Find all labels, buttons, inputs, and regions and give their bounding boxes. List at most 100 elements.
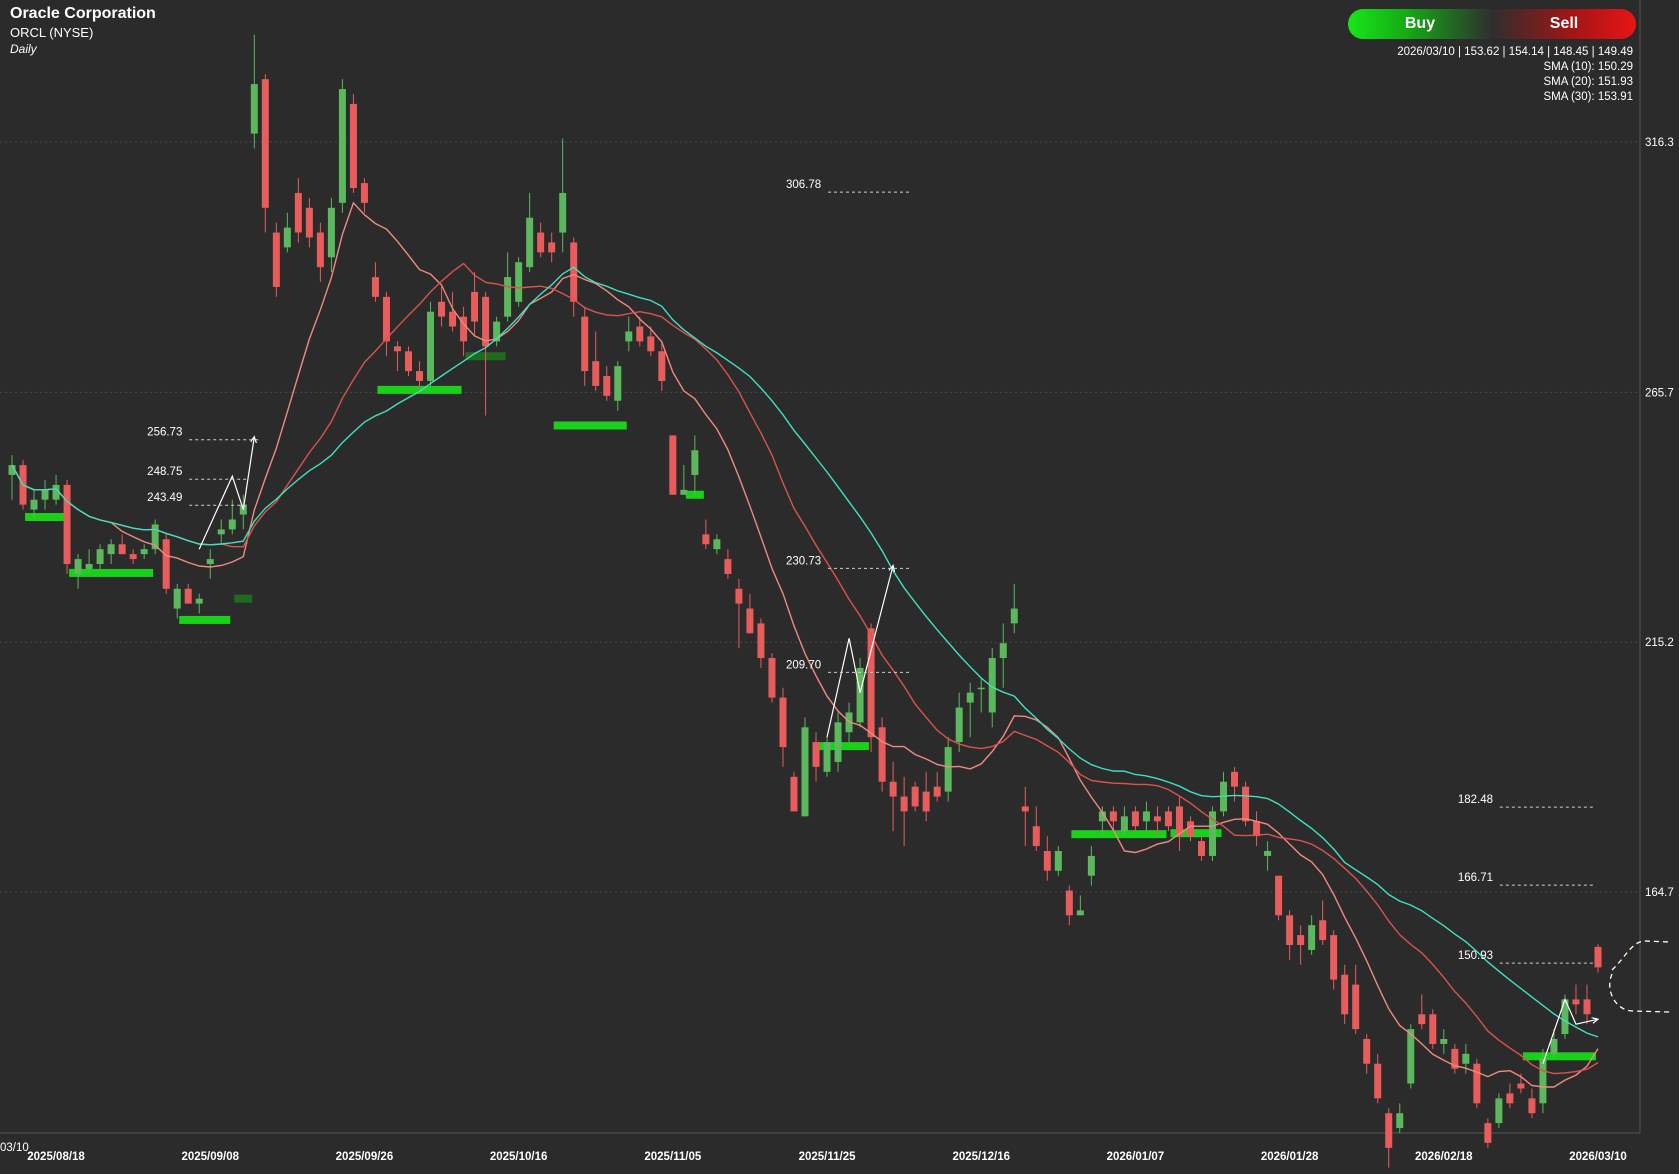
candle[interactable] [680, 465, 688, 495]
candle[interactable] [1484, 1118, 1492, 1148]
candle[interactable] [1164, 806, 1172, 832]
candle[interactable] [371, 262, 379, 302]
candle[interactable] [768, 653, 776, 703]
candle[interactable] [537, 222, 545, 258]
candle[interactable] [1341, 964, 1349, 1025]
candle[interactable] [1175, 796, 1183, 851]
candle[interactable] [1087, 846, 1095, 886]
candle[interactable] [812, 732, 820, 782]
candle[interactable] [1572, 984, 1580, 1015]
candle[interactable] [1506, 1083, 1514, 1109]
candle[interactable] [272, 222, 280, 297]
candle[interactable] [1275, 875, 1283, 921]
candle[interactable] [1253, 811, 1261, 847]
candle[interactable] [129, 549, 137, 565]
candle[interactable] [757, 618, 765, 668]
candle[interactable] [173, 583, 181, 619]
candle[interactable] [118, 534, 126, 555]
candle[interactable] [427, 301, 435, 386]
candle[interactable] [966, 682, 974, 738]
candle[interactable] [1043, 836, 1051, 881]
candle[interactable] [393, 341, 401, 372]
candle[interactable] [559, 138, 567, 253]
candle[interactable] [1231, 766, 1239, 802]
candle[interactable] [1319, 900, 1327, 945]
candle[interactable] [834, 712, 842, 772]
candle[interactable] [1054, 846, 1062, 876]
candle[interactable] [570, 237, 578, 317]
candle[interactable] [1594, 944, 1602, 973]
candle[interactable] [581, 306, 589, 386]
candle[interactable] [438, 286, 446, 327]
candle[interactable] [977, 677, 985, 713]
candle[interactable] [1330, 930, 1338, 990]
candle[interactable] [625, 316, 633, 352]
candle[interactable] [1308, 915, 1316, 955]
candle[interactable] [735, 578, 743, 649]
candle[interactable] [316, 222, 324, 283]
candle[interactable] [74, 554, 82, 589]
candle[interactable] [305, 197, 313, 248]
candle[interactable] [1429, 1009, 1437, 1049]
candle[interactable] [261, 74, 269, 233]
candle[interactable] [1363, 1034, 1371, 1074]
candle[interactable] [1209, 806, 1217, 861]
candle[interactable] [460, 306, 468, 357]
candle[interactable] [471, 272, 479, 337]
candle[interactable] [1495, 1093, 1503, 1129]
candle[interactable] [691, 435, 699, 495]
candle[interactable] [1528, 1088, 1536, 1119]
candle[interactable] [911, 781, 919, 812]
candle[interactable] [360, 178, 368, 213]
candle[interactable] [1297, 925, 1305, 965]
candle[interactable] [195, 593, 203, 614]
candle[interactable] [1286, 910, 1294, 960]
candle[interactable] [1142, 801, 1150, 832]
candle[interactable] [206, 549, 214, 579]
candle[interactable] [592, 331, 600, 391]
candle[interactable] [1131, 806, 1139, 832]
candle[interactable] [107, 539, 115, 565]
candle[interactable] [1583, 984, 1591, 1025]
candle[interactable] [327, 197, 335, 273]
candle[interactable] [1010, 583, 1018, 634]
candle[interactable] [1440, 1029, 1448, 1054]
candle[interactable] [338, 79, 346, 213]
candle[interactable] [382, 291, 390, 357]
candle[interactable] [922, 771, 930, 822]
candle[interactable] [63, 479, 71, 574]
candle[interactable] [702, 519, 710, 550]
candle[interactable] [8, 455, 16, 500]
candle[interactable] [713, 534, 721, 555]
candle[interactable] [250, 34, 258, 149]
candle[interactable] [1065, 885, 1073, 926]
candle[interactable] [1220, 771, 1228, 817]
candle[interactable] [1032, 806, 1040, 851]
candle[interactable] [1264, 841, 1272, 871]
candle[interactable] [724, 549, 732, 579]
candle[interactable] [614, 361, 622, 411]
candle[interactable] [515, 257, 523, 307]
candle[interactable] [217, 519, 225, 545]
candle[interactable] [184, 583, 192, 604]
candle[interactable] [746, 593, 754, 634]
candle[interactable] [1352, 964, 1360, 1035]
candle[interactable] [944, 737, 952, 802]
candle[interactable] [526, 192, 534, 273]
candle[interactable] [294, 178, 302, 243]
candle[interactable] [1021, 786, 1029, 847]
candle[interactable] [790, 771, 798, 812]
candle[interactable] [801, 717, 809, 817]
candle[interactable] [162, 534, 170, 594]
candle[interactable] [349, 94, 357, 193]
candle[interactable] [878, 717, 886, 792]
candle[interactable] [1385, 1108, 1393, 1168]
candle[interactable] [603, 366, 611, 401]
candle[interactable] [151, 519, 159, 555]
candle[interactable] [1451, 1043, 1459, 1074]
candle[interactable] [283, 212, 291, 253]
price-chart[interactable]: 164.7 215.2 265.7 316.3 2025/08/18 2025/09/0… [0, 0, 1679, 1174]
candle[interactable] [823, 737, 831, 777]
candle[interactable] [1473, 1058, 1481, 1109]
candle[interactable] [140, 544, 148, 560]
